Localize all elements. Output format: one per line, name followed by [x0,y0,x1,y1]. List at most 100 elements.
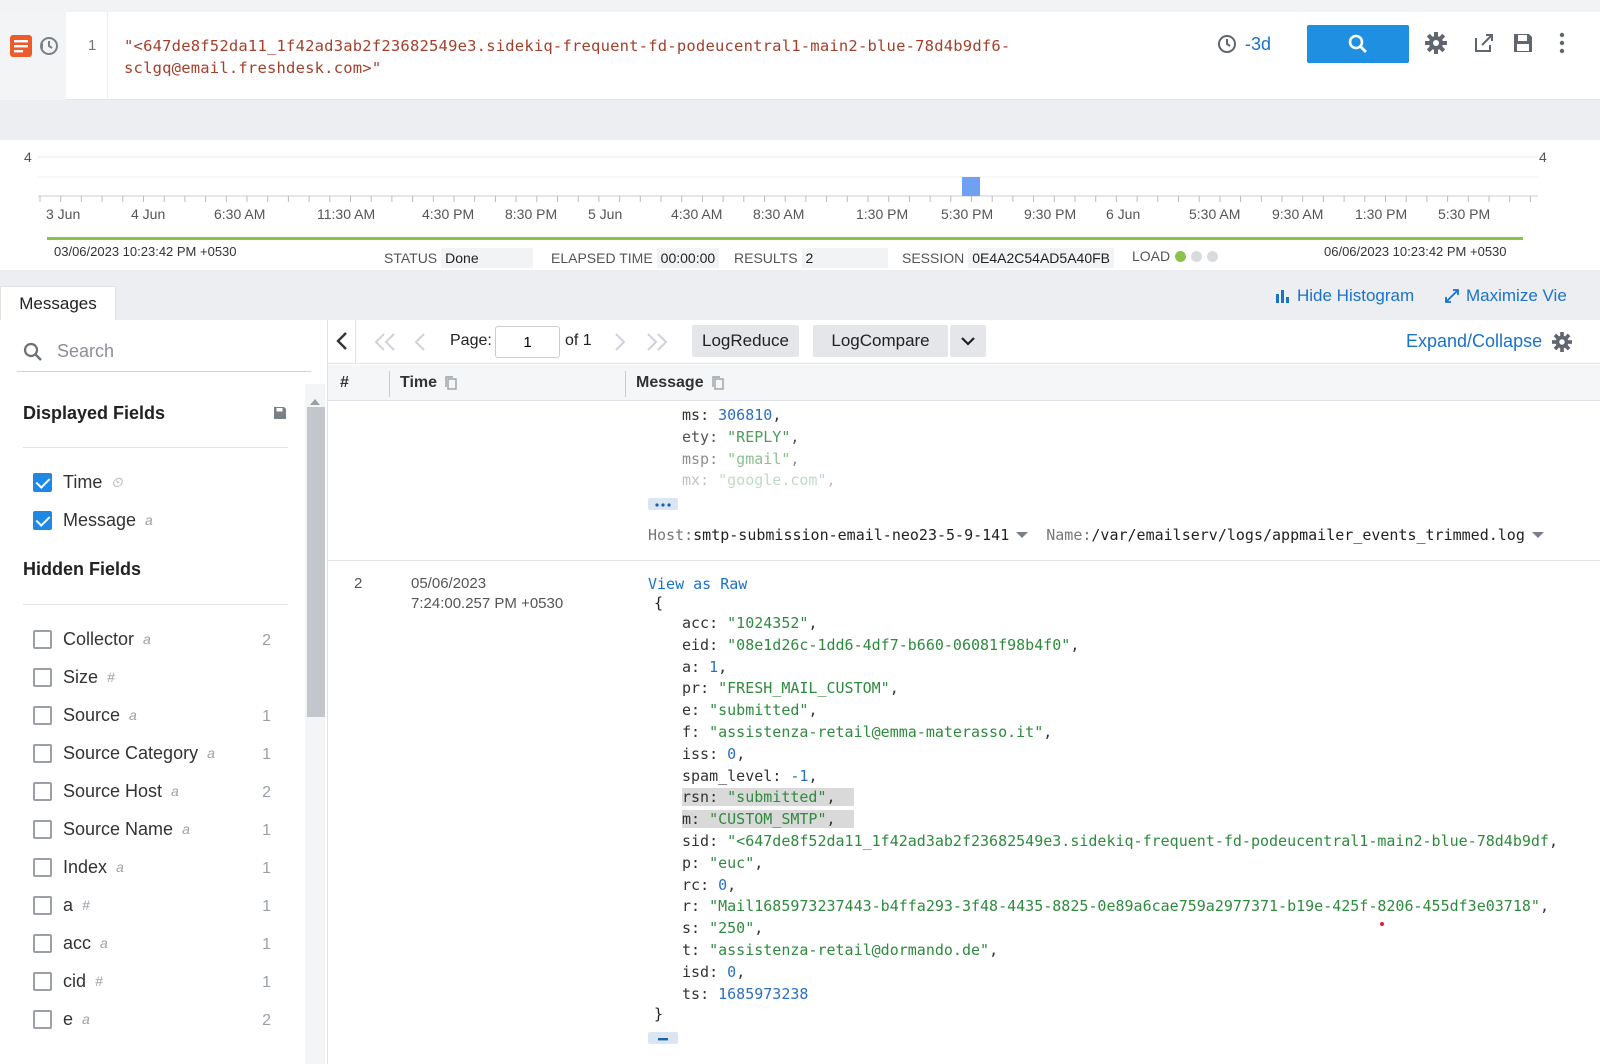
json-value[interactable]: "08e1d26c-1dd6-4df7-b660-06081f98b4f0" [727,636,1070,654]
json-field-r[interactable]: r: "Mail1685973237443-b4ffa293-3f48-4435… [682,896,1558,918]
field-checkbox[interactable] [33,781,52,801]
json-field-ms[interactable]: ms: 306810, [682,405,836,427]
json-field-ts[interactable]: ts: 1685973238 [682,984,1558,1006]
json-field-t[interactable]: t: "assistenza-retail@dormando.de", [682,940,1558,962]
json-value[interactable]: "REPLY" [727,428,790,446]
field-checkbox[interactable] [33,819,52,839]
field-item-size[interactable]: Size # [33,665,283,689]
json-value[interactable]: "submitted" [727,788,827,807]
column-time[interactable]: Time [400,374,457,392]
field-item-message[interactable]: Message a [33,508,283,532]
json-value[interactable]: "euc" [709,854,754,872]
json-field-acc[interactable]: acc: "1024352", [682,613,1558,635]
name-value[interactable]: /var/emailserv/logs/appmailer_events_tri… [1091,526,1524,544]
json-value[interactable]: "1024352" [727,614,808,632]
json-value[interactable]: "google.com" [718,471,826,489]
json-field-p[interactable]: p: "euc", [682,853,1558,875]
field-checkbox[interactable] [33,629,52,649]
json-field-msp[interactable]: msp: "gmail", [682,449,836,471]
maximize-view-link[interactable]: Maximize Vie [1444,286,1567,306]
json-value[interactable]: "CUSTOM_SMTP" [709,810,827,829]
json-value[interactable]: "assistenza-retail@dormando.de" [709,941,989,959]
host-value[interactable]: smtp-submission-email-neo23-5-9-141 [693,526,1009,544]
json-value[interactable]: "gmail" [727,450,790,468]
field-checkbox[interactable] [33,743,52,763]
gear-icon[interactable] [1552,332,1572,357]
field-checkbox[interactable] [33,705,52,725]
field-search[interactable] [17,332,311,372]
save-fields-icon[interactable] [273,406,287,425]
field-checkbox[interactable] [33,667,52,687]
recent-queries-icon[interactable] [38,35,60,62]
field-item-cid[interactable]: cid #1 [33,969,283,993]
collapse-button[interactable] [648,1032,678,1044]
field-item-source[interactable]: Source a 1 [33,703,283,727]
json-value[interactable]: 1685973238 [718,985,808,1003]
field-item-acc[interactable]: acc a 1 [33,931,283,955]
field-checkbox[interactable] [33,1009,52,1029]
field-item-time[interactable]: Time ⏲ [33,470,283,494]
json-field-spam-level[interactable]: spam_level: -1, [682,766,1558,788]
chevron-down-icon[interactable] [1531,531,1544,539]
logcompare-button[interactable]: LogCompare [813,325,948,357]
json-value[interactable]: 0 [727,745,736,763]
sidebar-scrollbar-thumb[interactable] [307,407,325,717]
copy-icon[interactable] [711,376,724,390]
json-field-mx[interactable]: mx: "google.com", [682,470,836,492]
field-search-input[interactable] [55,340,295,363]
json-value[interactable]: "assistenza-retail@emma-materasso.it" [709,723,1043,741]
prev-page-icon[interactable] [414,332,426,357]
json-value[interactable]: 0 [727,963,736,981]
json-value[interactable]: "<647de8f52da11_1f42ad3ab2f23682549e3.si… [727,832,1549,850]
json-field-f[interactable]: f: "assistenza-retail@emma-materasso.it"… [682,722,1558,744]
field-item-e[interactable]: ea 2 [33,1007,283,1031]
json-field-pr[interactable]: pr: "FRESH_MAIL_CUSTOM", [682,678,1558,700]
hide-histogram-link[interactable]: Hide Histogram [1275,286,1414,306]
last-page-icon[interactable] [646,332,668,357]
column-message[interactable]: Message [636,374,724,392]
json-field-rsn[interactable]: rsn: "submitted", [682,787,1558,809]
field-item-source-category[interactable]: Source Category a 1 [33,741,283,765]
field-item-collector[interactable]: Collector a 2 [33,627,283,651]
field-checkbox[interactable] [33,472,52,492]
field-checkbox[interactable] [33,933,52,953]
logcompare-dropdown[interactable] [950,325,986,357]
json-value[interactable]: -1 [790,767,808,785]
json-value[interactable]: 306810 [718,406,772,424]
page-number-input[interactable] [495,326,560,358]
json-value[interactable]: "FRESH_MAIL_CUSTOM" [718,679,890,697]
copy-icon[interactable] [445,376,457,390]
query-editor[interactable]: "<647de8f52da11_1f42ad3ab2f23682549e3.si… [124,35,1084,79]
expand-collapse-link[interactable]: Expand/Collapse [1406,331,1542,352]
field-checkbox[interactable] [33,857,52,877]
expand-more-button[interactable] [648,498,678,510]
query-list-icon[interactable] [10,35,32,62]
next-page-icon[interactable] [614,332,626,357]
json-field-m[interactable]: m: "CUSTOM_SMTP", [682,809,1558,831]
json-field-eid[interactable]: eid: "08e1d26c-1dd6-4df7-b660-06081f98b4… [682,635,1558,657]
field-checkbox[interactable] [33,971,52,991]
histogram-bar[interactable] [962,177,980,196]
field-item-index[interactable]: Index a 1 [33,855,283,879]
save-icon[interactable] [1512,32,1534,59]
json-field-sid[interactable]: sid: "<647de8f52da11_1f42ad3ab2f23682549… [682,831,1558,853]
gear-icon[interactable] [1425,32,1447,59]
logreduce-button[interactable]: LogReduce [692,325,799,357]
json-value[interactable]: "submitted" [709,701,808,719]
field-item-a[interactable]: a #1 [33,893,283,917]
json-value[interactable]: 1 [709,658,718,676]
json-field-rc[interactable]: rc: 0, [682,875,1558,897]
json-field-iss[interactable]: iss: 0, [682,744,1558,766]
json-value[interactable]: "250" [709,919,754,937]
search-button[interactable] [1307,25,1409,63]
chevron-down-icon[interactable] [1016,531,1029,539]
json-value[interactable]: "Mail1685973237443-b4ffa293-3f48-4435-88… [709,897,1540,915]
json-field-a[interactable]: a: 1, [682,657,1558,679]
json-field-isd[interactable]: isd: 0, [682,962,1558,984]
collapse-sidebar-icon[interactable] [335,331,349,356]
more-vertical-icon[interactable] [1558,32,1566,59]
field-checkbox[interactable] [33,895,52,915]
json-field-s[interactable]: s: "250", [682,918,1558,940]
time-range-picker[interactable]: -3d [1217,33,1271,55]
share-icon[interactable] [1473,32,1495,59]
